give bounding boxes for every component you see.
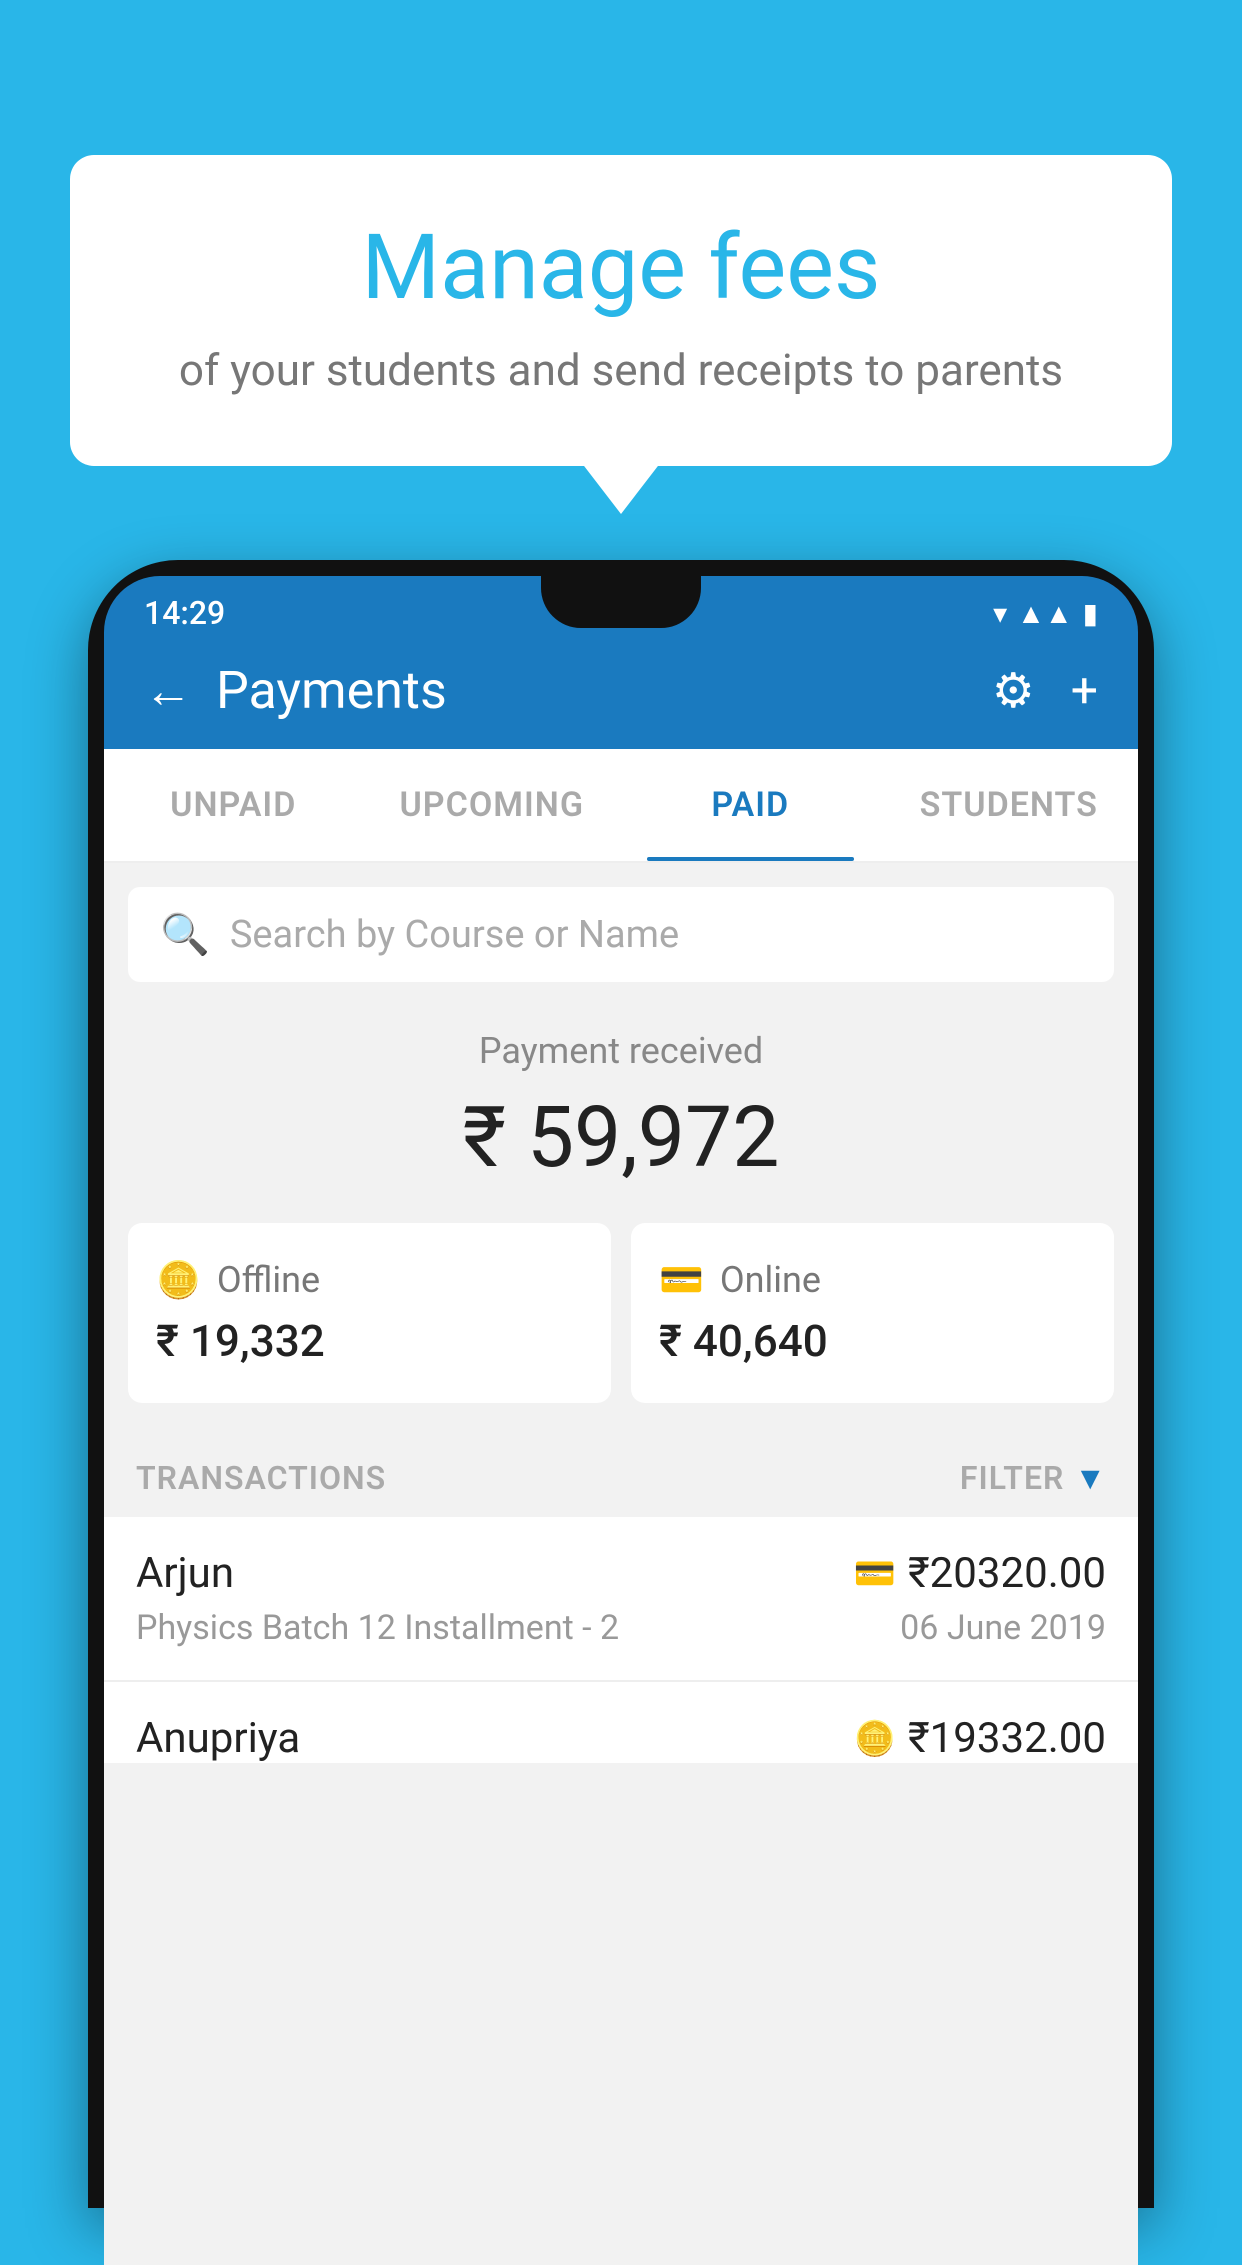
- online-card-header: 💳 Online: [659, 1259, 1086, 1301]
- phone-content: 🔍 Search by Course or Name Payment recei…: [104, 863, 1138, 2265]
- online-amount: ₹ 40,640: [659, 1315, 1086, 1367]
- filter-label: FILTER: [960, 1459, 1064, 1497]
- transaction-row-top: Anupriya 🪙 ₹19332.00: [136, 1714, 1106, 1763]
- search-bar[interactable]: 🔍 Search by Course or Name: [128, 887, 1114, 982]
- back-button[interactable]: ←: [144, 662, 192, 719]
- transaction-name: Arjun: [136, 1549, 234, 1598]
- header-right: ⚙ +: [992, 662, 1098, 719]
- transaction-amount: ₹19332.00: [908, 1714, 1106, 1763]
- battery-icon: ▮: [1083, 597, 1098, 630]
- status-icons: ▾ ▲▲ ▮: [993, 597, 1098, 630]
- header-title: Payments: [216, 660, 447, 721]
- offline-card-header: 🪙 Offline: [156, 1259, 583, 1301]
- offline-icon: 🪙: [156, 1259, 201, 1301]
- status-time: 14:29: [144, 594, 225, 632]
- table-row[interactable]: Anupriya 🪙 ₹19332.00: [104, 1681, 1138, 1763]
- cash-payment-icon: 🪙: [854, 1719, 896, 1759]
- signal-icon: ▲▲: [1017, 597, 1072, 630]
- payment-total-amount: ₹ 59,972: [128, 1088, 1114, 1187]
- status-bar: 14:29 ▾ ▲▲ ▮: [104, 576, 1138, 632]
- online-label: Online: [720, 1259, 821, 1301]
- transactions-label: TRANSACTIONS: [136, 1459, 386, 1497]
- transaction-date: 06 June 2019: [900, 1608, 1106, 1648]
- transactions-header: TRANSACTIONS FILTER ▼: [104, 1439, 1138, 1517]
- bubble-subtitle: of your students and send receipts to pa…: [150, 344, 1092, 396]
- payment-received-section: Payment received ₹ 59,972: [104, 982, 1138, 1223]
- search-icon: 🔍: [160, 911, 210, 958]
- transaction-amount-area: 💳 ₹20320.00: [854, 1549, 1106, 1598]
- transaction-amount-area: 🪙 ₹19332.00: [854, 1714, 1106, 1763]
- tab-upcoming[interactable]: UPCOMING: [363, 749, 622, 861]
- bubble-title: Manage fees: [150, 215, 1092, 320]
- tab-unpaid[interactable]: UNPAID: [104, 749, 363, 861]
- transaction-row-top: Arjun 💳 ₹20320.00: [136, 1549, 1106, 1598]
- offline-amount: ₹ 19,332: [156, 1315, 583, 1367]
- notch: [541, 576, 701, 628]
- online-icon: 💳: [659, 1259, 704, 1301]
- tab-paid[interactable]: PAID: [621, 749, 880, 861]
- settings-icon[interactable]: ⚙: [992, 662, 1035, 719]
- offline-payment-card: 🪙 Offline ₹ 19,332: [128, 1223, 611, 1403]
- filter-button[interactable]: FILTER ▼: [960, 1459, 1106, 1497]
- table-row[interactable]: Arjun 💳 ₹20320.00 Physics Batch 12 Insta…: [104, 1517, 1138, 1681]
- transaction-name: Anupriya: [136, 1714, 300, 1763]
- tabs-container: UNPAID UPCOMING PAID STUDENTS: [104, 749, 1138, 863]
- transaction-amount: ₹20320.00: [908, 1549, 1106, 1598]
- speech-bubble: Manage fees of your students and send re…: [70, 155, 1172, 466]
- online-payment-card: 💳 Online ₹ 40,640: [631, 1223, 1114, 1403]
- transaction-course: Physics Batch 12 Installment - 2: [136, 1608, 619, 1648]
- transaction-row-bottom: Physics Batch 12 Installment - 2 06 June…: [136, 1608, 1106, 1648]
- phone-frame: 14:29 ▾ ▲▲ ▮ ← Payments ⚙ + UNPAID UPCOM…: [88, 560, 1154, 2208]
- filter-icon: ▼: [1074, 1459, 1106, 1497]
- header-left: ← Payments: [144, 660, 447, 721]
- offline-label: Offline: [217, 1259, 320, 1301]
- tab-students[interactable]: STUDENTS: [880, 749, 1139, 861]
- app-header: ← Payments ⚙ +: [104, 632, 1138, 749]
- payment-received-label: Payment received: [128, 1030, 1114, 1072]
- wifi-icon: ▾: [993, 597, 1007, 630]
- search-input[interactable]: Search by Course or Name: [230, 913, 679, 957]
- add-icon[interactable]: +: [1071, 662, 1098, 719]
- payment-cards: 🪙 Offline ₹ 19,332 💳 Online ₹ 40,640: [104, 1223, 1138, 1439]
- card-payment-icon: 💳: [854, 1554, 896, 1594]
